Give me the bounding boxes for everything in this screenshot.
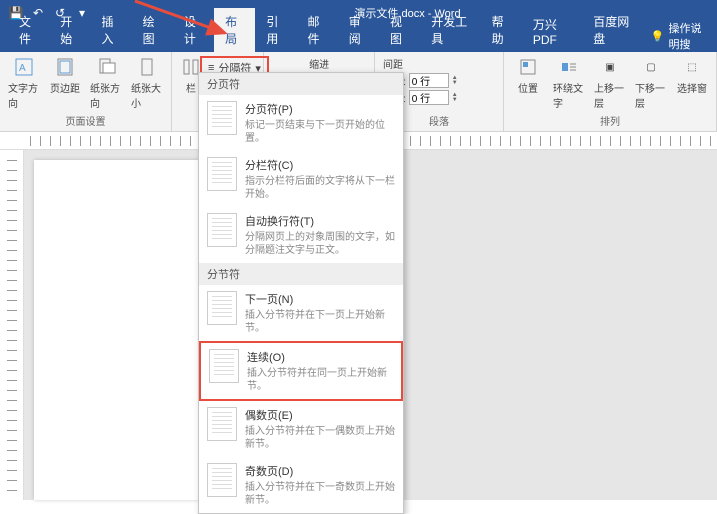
tab-wanxing[interactable]: 万兴PDF xyxy=(522,11,582,52)
spinner-icon[interactable]: ▲▼ xyxy=(452,93,458,103)
page-break-desc: 标记一页结束与下一页开始的位置。 xyxy=(245,119,395,145)
text-wrap-break-icon xyxy=(207,213,237,247)
page-break-item[interactable]: 分页符(P) 标记一页结束与下一页开始的位置。 xyxy=(199,95,403,151)
tab-insert[interactable]: 插入 xyxy=(90,8,131,52)
ribbon-tabs: 文件 开始 插入 绘图 设计 布局 引用 邮件 审阅 视图 开发工具 帮助 万兴… xyxy=(0,26,717,52)
tab-design[interactable]: 设计 xyxy=(173,8,214,52)
continuous-title: 连续(O) xyxy=(247,349,393,365)
even-page-break-item[interactable]: 偶数页(E) 插入分节符并在下一偶数页上开始新节。 xyxy=(199,401,403,457)
tab-file[interactable]: 文件 xyxy=(8,8,49,52)
forward-icon: ▣ xyxy=(599,56,621,78)
next-page-break-item[interactable]: 下一页(N) 插入分节符并在下一页上开始新节。 xyxy=(199,285,403,341)
page-setup-group-label: 页面设置 xyxy=(4,112,167,129)
continuous-desc: 插入分节符并在同一页上开始新节。 xyxy=(247,367,393,393)
svg-text:A: A xyxy=(19,63,26,74)
text-wrapping-break-item[interactable]: 自动换行符(T) 分隔网页上的对象周围的文字，如分隔题注文字与正文。 xyxy=(199,207,403,263)
selection-icon: ⬚ xyxy=(681,56,703,78)
tab-review[interactable]: 审阅 xyxy=(338,8,379,52)
spacing-header: 间距 xyxy=(383,56,458,71)
position-icon xyxy=(517,56,539,78)
spacing-before-input[interactable] xyxy=(409,73,449,88)
breaks-dropdown: 分页符 分页符(P) 标记一页结束与下一页开始的位置。 分栏符(C) 指示分栏符… xyxy=(198,72,404,514)
tab-references[interactable]: 引用 xyxy=(255,8,296,52)
position-button[interactable]: 位置 xyxy=(508,54,548,97)
tab-home[interactable]: 开始 xyxy=(49,8,90,52)
send-backward-button[interactable]: ▢ 下移一层 xyxy=(631,54,671,112)
vertical-ruler[interactable] xyxy=(0,150,24,500)
tell-me-label: 操作说明搜 xyxy=(669,20,710,52)
odd-page-break-item[interactable]: 奇数页(D) 插入分节符并在下一奇数页上开始新节。 xyxy=(199,457,403,513)
tab-mailings[interactable]: 邮件 xyxy=(297,8,338,52)
tab-developer[interactable]: 开发工具 xyxy=(420,8,480,52)
spacing-after-input[interactable] xyxy=(409,90,449,105)
even-page-desc: 插入分节符并在下一偶数页上开始新节。 xyxy=(245,425,395,451)
tab-layout[interactable]: 布局 xyxy=(214,8,255,52)
document-page[interactable] xyxy=(34,160,204,500)
text-direction-button[interactable]: A 文字方向 xyxy=(4,54,44,112)
page-breaks-header: 分页符 xyxy=(199,73,403,95)
backward-icon: ▢ xyxy=(640,56,662,78)
page-break-icon xyxy=(207,101,237,135)
odd-page-title: 奇数页(D) xyxy=(245,463,395,479)
margins-button[interactable]: 页边距 xyxy=(45,54,85,97)
bring-forward-button[interactable]: ▣ 上移一层 xyxy=(590,54,630,112)
indent-label: 缩进 xyxy=(309,56,329,71)
orientation-button[interactable]: 纸张方向 xyxy=(86,54,126,112)
next-page-desc: 插入分节符并在下一页上开始新节。 xyxy=(245,309,395,335)
lightbulb-icon: 💡 xyxy=(651,30,665,43)
text-direction-icon: A xyxy=(13,56,35,78)
continuous-icon xyxy=(209,349,239,383)
column-break-item[interactable]: 分栏符(C) 指示分栏符后面的文字将从下一栏开始。 xyxy=(199,151,403,207)
orientation-icon xyxy=(95,56,117,78)
wrap-icon xyxy=(558,56,580,78)
continuous-break-item[interactable]: 连续(O) 插入分节符并在同一页上开始新节。 xyxy=(199,341,403,401)
text-wrap-title: 自动换行符(T) xyxy=(245,213,395,229)
page-break-title: 分页符(P) xyxy=(245,101,395,117)
size-button[interactable]: 纸张大小 xyxy=(127,54,167,112)
tab-view[interactable]: 视图 xyxy=(379,8,420,52)
next-page-icon xyxy=(207,291,237,325)
tab-draw[interactable]: 绘图 xyxy=(132,8,173,52)
even-page-icon xyxy=(207,407,237,441)
even-page-title: 偶数页(E) xyxy=(245,407,395,423)
odd-page-desc: 插入分节符并在下一奇数页上开始新节。 xyxy=(245,481,395,507)
tab-help[interactable]: 帮助 xyxy=(481,8,522,52)
margins-icon xyxy=(54,56,76,78)
odd-page-icon xyxy=(207,463,237,497)
column-break-icon xyxy=(207,157,237,191)
wrap-text-button[interactable]: 环绕文字 xyxy=(549,54,589,112)
text-wrap-desc: 分隔网页上的对象周围的文字，如分隔题注文字与正文。 xyxy=(245,231,395,257)
size-icon xyxy=(136,56,158,78)
spinner-icon[interactable]: ▲▼ xyxy=(452,76,458,86)
column-break-title: 分栏符(C) xyxy=(245,157,395,173)
arrange-group-label: 排列 xyxy=(508,112,712,129)
tell-me-search[interactable]: 💡 操作说明搜 xyxy=(643,20,717,52)
section-breaks-header: 分节符 xyxy=(199,263,403,285)
column-break-desc: 指示分栏符后面的文字将从下一栏开始。 xyxy=(245,175,395,201)
next-page-title: 下一页(N) xyxy=(245,291,395,307)
selection-pane-button[interactable]: ⬚ 选择窗 xyxy=(672,54,712,97)
tab-baidu[interactable]: 百度网盘 xyxy=(582,8,642,52)
